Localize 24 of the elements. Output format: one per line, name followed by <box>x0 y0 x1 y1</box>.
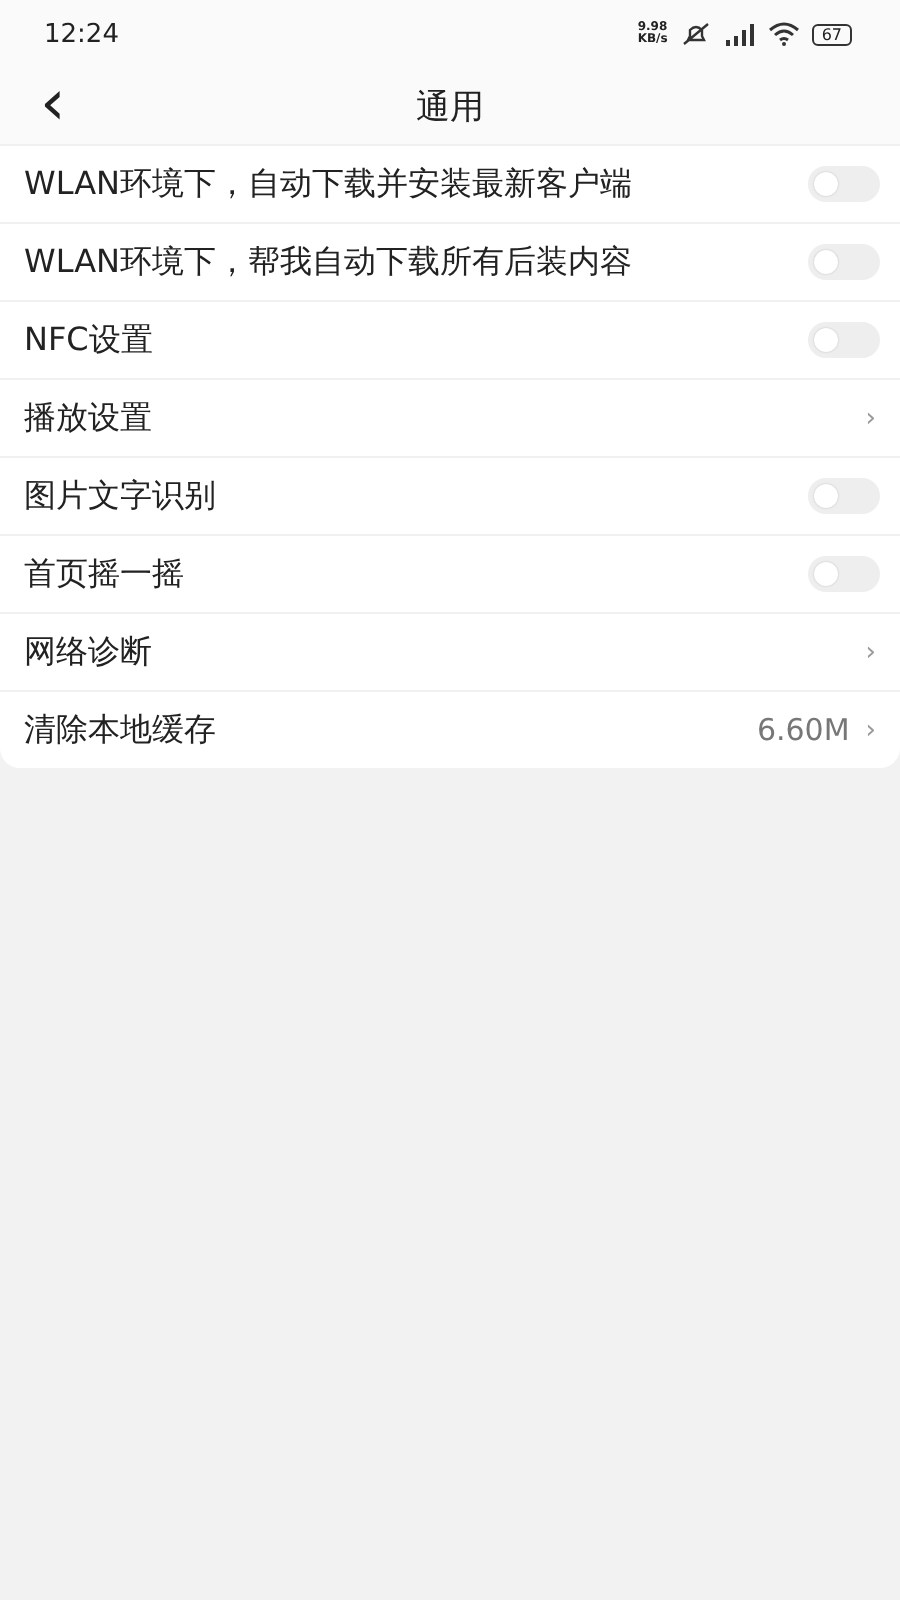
toggle-switch[interactable] <box>808 556 880 592</box>
setting-label: 图片文字识别 <box>24 475 216 517</box>
toggle-switch[interactable] <box>808 478 880 514</box>
chevron[interactable]: › <box>865 637 880 667</box>
toggle-switch[interactable] <box>808 244 880 280</box>
setting-value: 6.60M <box>756 712 850 748</box>
toggle-switch[interactable] <box>808 322 880 358</box>
chevron[interactable]: › <box>865 403 880 433</box>
page-title: 通用 <box>416 85 484 129</box>
setting-label: WLAN环境下，自动下载并安装最新客户端 <box>24 163 633 205</box>
setting-label: NFC设置 <box>24 319 153 361</box>
battery-level: 67 <box>811 23 852 45</box>
setting-label: 网络诊断 <box>24 631 152 673</box>
toggle-switch[interactable] <box>808 166 880 202</box>
chevron[interactable]: › <box>865 715 880 745</box>
status-time: 12:24 <box>44 19 119 49</box>
signal-icon <box>723 22 756 46</box>
wifi-icon <box>767 22 800 46</box>
setting-label: 首页摇一摇 <box>24 553 184 595</box>
setting-label: WLAN环境下，帮我自动下载所有后装内容 <box>24 241 633 283</box>
setting-label: 播放设置 <box>24 397 152 439</box>
back-button[interactable]: ‹ <box>32 72 74 132</box>
setting-label: 清除本地缓存 <box>24 709 216 751</box>
muted-bell-icon <box>679 22 712 46</box>
